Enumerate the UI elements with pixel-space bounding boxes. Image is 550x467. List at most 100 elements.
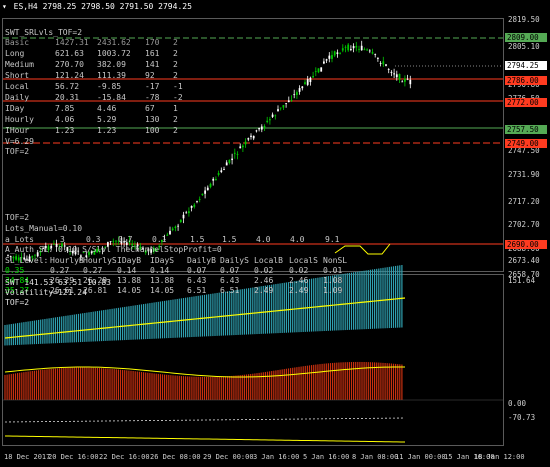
time-axis-label: 26 Dec 08:00 <box>150 453 201 461</box>
info-cell: 2 <box>173 49 178 58</box>
sl-cell: 2.49 <box>289 286 309 295</box>
info-cell: 621.63 <box>55 49 84 58</box>
candle-body <box>206 187 209 191</box>
info-cell: -17 <box>145 82 160 91</box>
info-cell: 130 <box>145 115 160 124</box>
candle-body <box>293 94 296 96</box>
indicator-line-lower <box>4 435 406 443</box>
candle-body <box>290 99 293 101</box>
price-axis-label: 2805.10 <box>508 42 540 51</box>
price-tag: 2772.00 <box>505 98 547 107</box>
candle-body <box>274 115 277 117</box>
sl-header-cell: HourlyB <box>50 256 84 265</box>
lots-cell: 0.1 <box>152 235 167 244</box>
time-axis-label: 5 Jan 16:00 <box>303 453 350 461</box>
candle-body <box>188 211 190 214</box>
lots-cell: a_Lots <box>5 235 34 244</box>
candle-body <box>382 61 385 65</box>
candle-body <box>263 125 266 128</box>
info-cell: -1 <box>173 82 183 91</box>
info-cell: 2 <box>173 71 178 80</box>
candle-body <box>169 230 171 235</box>
sl-cell: 14.05 <box>150 286 175 295</box>
candle-body <box>296 92 298 95</box>
sl-cell: 13.88 <box>150 276 175 285</box>
price-axis-label: 2731.90 <box>508 170 540 179</box>
candle-body <box>247 138 250 140</box>
candle-body <box>244 141 247 145</box>
sl-cell: 1.08 <box>323 276 343 285</box>
sl-cell: 0.27 <box>50 266 70 275</box>
lots-cell: 9.1 <box>325 235 340 244</box>
info-cell: 382.09 <box>97 60 126 69</box>
info-cell: 1 <box>173 104 178 113</box>
sl-cell: 0.01 <box>323 266 343 275</box>
indicator-title: SWT 141.53 63.51 10.83 <box>5 278 111 287</box>
candle-body <box>328 55 331 59</box>
candle-body <box>347 44 350 51</box>
candle-body <box>304 82 306 84</box>
candle-body <box>204 190 206 194</box>
candle-body <box>371 52 374 54</box>
candle-body <box>215 179 217 181</box>
indicator-axis-label: 151.64 <box>508 276 536 285</box>
sl-cell: 2.46 <box>289 276 309 285</box>
sl-cell: 6.43 <box>220 276 240 285</box>
info-cell: 2 <box>173 38 178 47</box>
info-cell: 121.24 <box>55 71 84 80</box>
candle-body <box>344 46 347 48</box>
candle-body <box>109 241 112 243</box>
price-tag: 2690.00 <box>505 240 547 249</box>
info-cell: Long <box>5 49 25 58</box>
sl-header-cell: DailyB <box>187 256 216 265</box>
lots-cell: 4.0 <box>290 235 305 244</box>
lots-manual: Lots_Manual=0.10 <box>5 224 83 233</box>
candle-body <box>282 105 285 108</box>
candle-body <box>217 173 220 175</box>
sl-cell: 2.46 <box>254 276 274 285</box>
sl-header-cell: DailyS <box>220 256 249 265</box>
info-cell: 1003.72 <box>97 49 131 58</box>
lots-cell: 0.7 <box>118 235 133 244</box>
candle-body <box>385 64 387 66</box>
indicator-line-dotted <box>4 417 406 423</box>
info-cell: Short <box>5 71 30 80</box>
info-cell: 1427.31 <box>55 38 89 47</box>
info-cell: -9.85 <box>97 82 122 91</box>
sl-cell: 0.02 <box>254 266 274 275</box>
info-cell: 1.23 <box>97 126 117 135</box>
sl-header-cell: NonSL <box>323 256 348 265</box>
info-cell: 4.46 <box>97 104 117 113</box>
info-cell: 100 <box>145 126 160 135</box>
info-cell: 92 <box>145 71 155 80</box>
candle-body <box>377 57 379 59</box>
sl-cell: 14.05 <box>117 286 142 295</box>
candle-body <box>233 152 236 154</box>
sl-header-cell: LocalS <box>289 256 318 265</box>
candle-body <box>312 76 314 78</box>
time-axis-label: 18 Jan 12:00 <box>474 453 525 461</box>
info-cell: 2 <box>173 60 178 69</box>
info-cell: Daily <box>5 93 30 102</box>
auth-row: A_Auth SL: 0.10 S/Slvl TheChannelStopPro… <box>5 245 222 254</box>
indicator-tof: TOF=2 <box>5 298 30 307</box>
info-cell: -15.84 <box>97 93 126 102</box>
candle-body <box>404 78 406 82</box>
candle-body <box>190 205 193 208</box>
sl-header-cell: IDayS <box>150 256 175 265</box>
candle-body <box>323 61 325 64</box>
lots-cell: 4.0 <box>256 235 271 244</box>
info-cell: 7.85 <box>55 104 75 113</box>
price-axis-label: 2702.70 <box>508 220 540 229</box>
info-cell: 2 <box>173 126 178 135</box>
candle-body <box>182 214 185 219</box>
info-cell: 20.31 <box>55 93 80 102</box>
candle-body <box>179 219 182 223</box>
candle-body <box>198 199 201 200</box>
candle-body <box>309 77 312 83</box>
sl-header-cell: LocalB <box>254 256 283 265</box>
candle-body <box>355 45 358 48</box>
candle-body <box>252 135 255 139</box>
candle-body <box>239 146 242 149</box>
sl-header-cell: HourlyS <box>83 256 117 265</box>
